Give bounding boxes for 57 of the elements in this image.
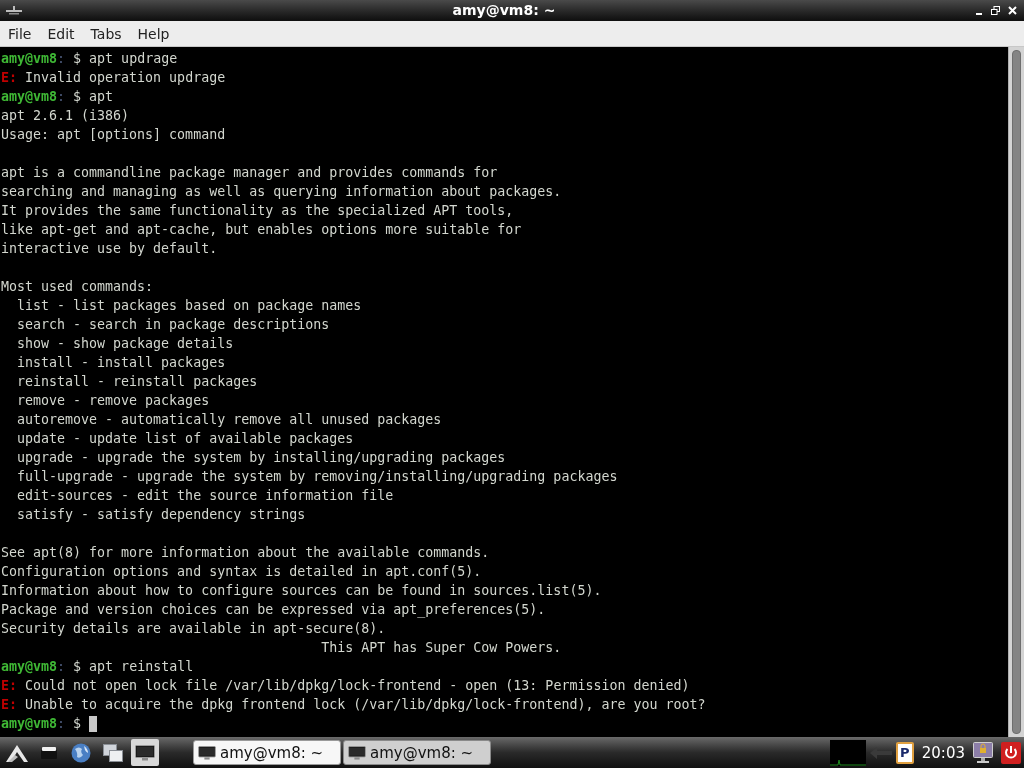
window-menu-icon[interactable] <box>5 4 23 17</box>
windows-icon <box>103 743 123 762</box>
error-line: E: Invalid operation updrage <box>1 69 227 87</box>
output-line: full-upgrade - upgrade the system by removing/installing/upgrading packages <box>16 468 619 486</box>
output-line: Usage: apt [options] command <box>1 126 227 144</box>
clock[interactable]: 20:03 <box>921 742 965 763</box>
menu-item[interactable]: Help <box>130 23 177 44</box>
output-line: upgrade - upgrade the system by installing/upgrading packages <box>16 449 507 467</box>
cpu-graph <box>829 739 866 766</box>
monitor-lock-icon[interactable] <box>973 741 993 764</box>
output-line: like apt-get and apt-cache, but enables options more suitable for <box>1 221 523 239</box>
drive-icon <box>41 746 57 759</box>
output-line: install - install packages <box>16 354 227 372</box>
monitor-icon <box>135 744 155 761</box>
power-icon[interactable] <box>1001 741 1021 764</box>
output-line: autoremove - automatically remove all unused packages <box>16 411 443 429</box>
output-line: satisfy - satisfy dependency strings <box>16 506 307 524</box>
menu-item[interactable]: File <box>1 23 39 44</box>
output-line: remove - remove packages <box>16 392 211 410</box>
output-line: list - list packages based on package names <box>16 297 363 315</box>
output-line: apt is a commandline package manager and provides commands for <box>1 164 499 182</box>
output-line: Configuration options and syntax is detailed in apt.conf(5). <box>1 563 483 581</box>
output-line: This APT has Super Cow Powers. <box>320 639 563 657</box>
launcher-button[interactable] <box>131 739 159 766</box>
error-line: E: Unable to acquire the dpkg frontend lock (/var/lib/dpkg/lock-frontend), are you root? <box>1 696 707 714</box>
maximize-icon[interactable] <box>991 6 1000 15</box>
output-line: reinstall - reinstall packages <box>16 373 259 391</box>
close-icon[interactable] <box>1008 6 1017 15</box>
output-line: Most used commands: <box>1 278 155 296</box>
menu-item[interactable]: Tabs <box>83 23 129 44</box>
output-line: search - search in package descriptions <box>16 316 331 334</box>
prompt-line: amy@vm8: $ apt reinstall <box>1 658 194 676</box>
globe-icon <box>71 742 91 763</box>
output-line: apt 2.6.1 (i386) <box>1 107 131 125</box>
output-line: See apt(8) for more information about the available commands. <box>1 544 491 562</box>
error-line: E: Could not open lock file /var/lib/dpkg/lock-frontend - open (13: Permission denied) <box>1 677 691 695</box>
prompt-line: amy@vm8: $ <box>1 715 82 733</box>
scrollbar-track[interactable] <box>1008 47 1024 737</box>
output-line: Security details are available in apt-secure(8). <box>1 620 387 638</box>
output-line: update - update list of available packages <box>16 430 355 448</box>
output-line: show - show package details <box>16 335 235 353</box>
output-line: searching and managing as well as querying information about packages. <box>1 183 563 201</box>
task-button[interactable]: amy@vm8: ~ <box>343 740 491 765</box>
prompt-line: amy@vm8: $ apt updrage <box>1 50 178 68</box>
output-line: Information about how to configure sources can be found in sources.list(5). <box>1 582 603 600</box>
monitor-icon <box>348 745 366 760</box>
output-line: Package and version choices can be expressed via apt_preferences(5). <box>1 601 547 619</box>
window-title: amy@vm8: ~ <box>452 1 556 20</box>
prompt-line: amy@vm8: $ apt <box>1 88 114 106</box>
output-line: interactive use by default. <box>1 240 219 258</box>
task-button[interactable]: amy@vm8: ~ <box>193 740 341 765</box>
menu-item[interactable]: Edit <box>40 23 82 44</box>
output-line: It provides the same functionality as the specialized APT tools, <box>1 202 515 220</box>
monitor-icon <box>198 745 216 760</box>
output-line: edit-sources - edit the source information file <box>16 487 395 505</box>
tray-badge[interactable]: P <box>895 741 914 764</box>
scrollbar-thumb[interactable] <box>1012 50 1021 734</box>
